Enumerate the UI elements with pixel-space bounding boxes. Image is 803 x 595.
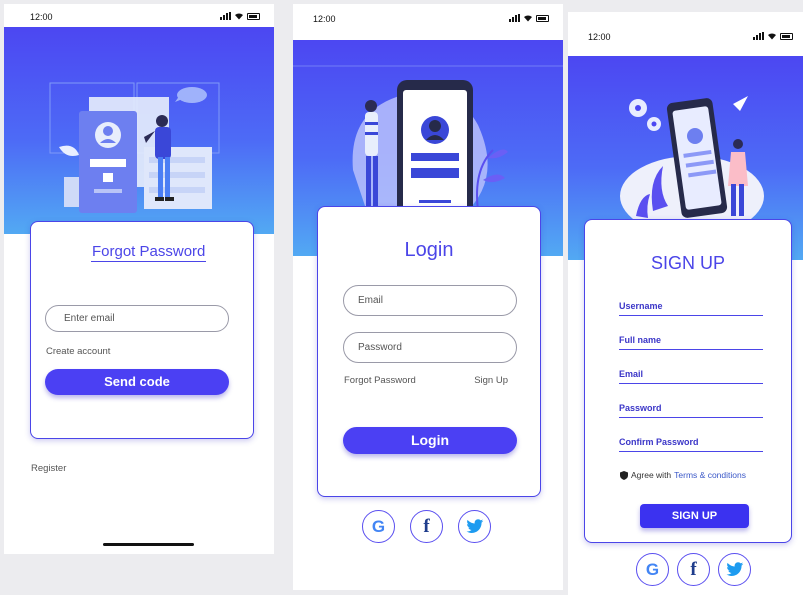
status-icons (509, 14, 549, 22)
battery-icon (247, 12, 260, 20)
forgot-password-card: Forgot Password Enter email Create accou… (30, 221, 254, 439)
sign-up-button[interactable]: SIGN UP (640, 504, 749, 528)
login-title: Login (404, 239, 454, 261)
status-time: 12:00 (588, 32, 611, 42)
wifi-icon (524, 15, 532, 22)
password-input[interactable]: Password (343, 332, 517, 363)
status-time: 12:00 (313, 14, 336, 24)
signal-icon (753, 32, 764, 40)
register-link[interactable]: Register (31, 463, 66, 474)
sign-up-card: SIGN UP Username Full name Email Passwor… (584, 219, 792, 543)
create-account-link[interactable]: Create account (46, 346, 110, 357)
forgot-password-screen: 12:00 Forgot Password Enter email Create… (4, 4, 274, 554)
status-icons (220, 12, 260, 20)
login-button[interactable]: Login (343, 427, 517, 454)
battery-icon (780, 32, 793, 40)
status-bar: 12:00 (293, 4, 563, 30)
password-field[interactable]: Password (619, 403, 763, 418)
signal-icon (509, 14, 520, 22)
twitter-icon (465, 519, 483, 533)
login-screen: 12:00 Login Email Password Forgot Passwo… (293, 4, 563, 590)
forgot-password-link[interactable]: Forgot Password (344, 375, 416, 386)
facebook-button[interactable]: f (677, 553, 710, 586)
google-icon: G (371, 516, 386, 536)
email-input[interactable]: Email (343, 285, 517, 316)
facebook-icon: f (690, 558, 697, 580)
signal-icon (220, 12, 231, 20)
wifi-icon (768, 33, 776, 40)
wifi-icon (235, 13, 243, 20)
confirm-password-field[interactable]: Confirm Password (619, 437, 763, 452)
terms-agreement: Agree with Terms & conditions (620, 470, 746, 480)
login-card: Login Email Password Forgot Password Sig… (317, 206, 541, 497)
hero-banner (4, 27, 274, 234)
status-time: 12:00 (30, 12, 53, 22)
full-name-field[interactable]: Full name (619, 335, 763, 350)
twitter-button[interactable] (458, 510, 491, 543)
email-input[interactable]: Enter email (45, 305, 229, 332)
sign-up-screen: 12:00 SIGN UP Username Full name Email P… (568, 12, 803, 595)
status-icons (753, 32, 793, 40)
home-indicator (103, 543, 194, 546)
twitter-icon (725, 562, 743, 576)
agree-text: Agree with (631, 470, 672, 480)
send-code-button[interactable]: Send code (45, 369, 229, 395)
sign-up-link[interactable]: Sign Up (474, 375, 508, 386)
forgot-password-title: Forgot Password (91, 243, 207, 262)
google-button[interactable]: G (636, 553, 669, 586)
username-field[interactable]: Username (619, 301, 763, 316)
email-field[interactable]: Email (619, 369, 763, 384)
shield-check-icon[interactable] (620, 470, 628, 480)
status-bar: 12:00 (568, 12, 803, 42)
facebook-button[interactable]: f (410, 510, 443, 543)
battery-icon (536, 14, 549, 22)
sign-up-title: SIGN UP (650, 253, 725, 273)
facebook-icon: f (423, 515, 430, 537)
twitter-button[interactable] (718, 553, 751, 586)
terms-link[interactable]: Terms & conditions (674, 470, 746, 480)
google-icon: G (645, 559, 660, 579)
google-button[interactable]: G (362, 510, 395, 543)
forgot-password-illustration (49, 82, 220, 232)
